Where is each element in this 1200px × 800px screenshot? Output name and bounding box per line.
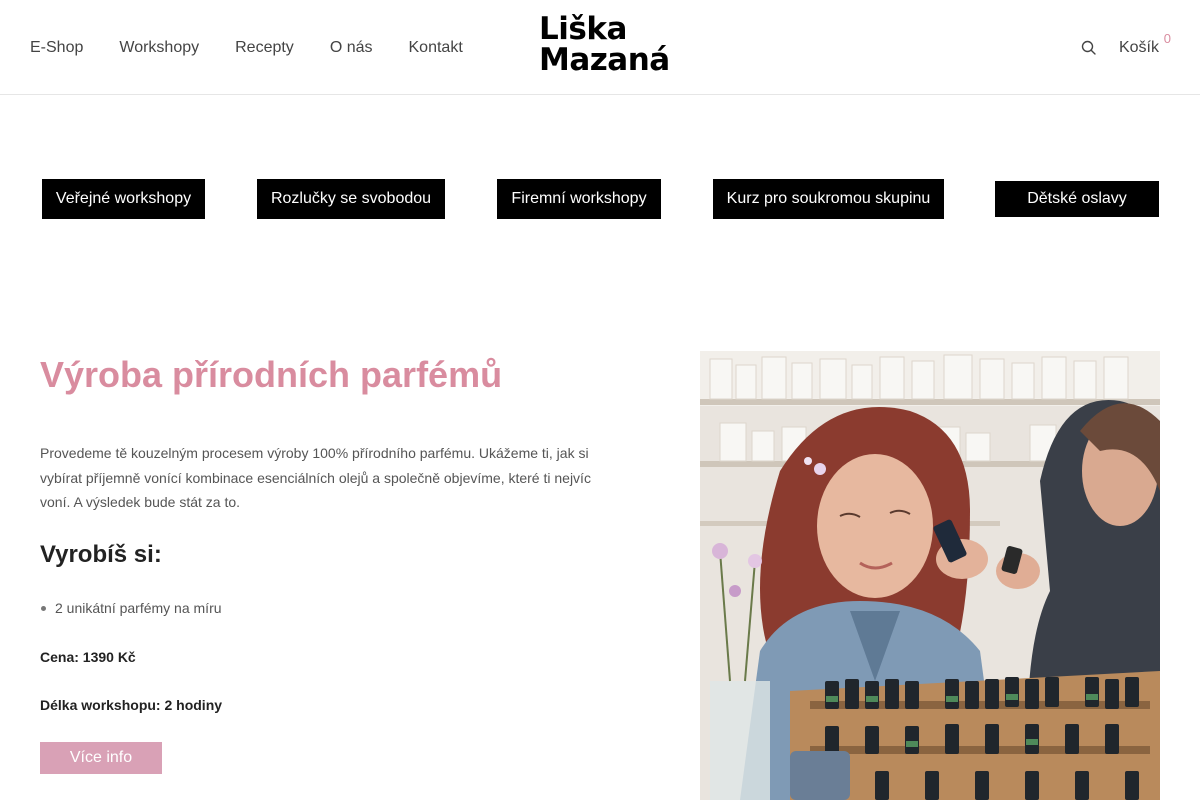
cart-label: Košík	[1118, 38, 1159, 56]
logo-line-1: Liška	[539, 11, 627, 47]
workshop-photo	[700, 351, 1160, 800]
nav-o-nas[interactable]: O nás	[330, 39, 373, 57]
workshop-title: Výroba přírodních parfémů	[40, 354, 503, 395]
header-actions: Košík 0	[1081, 0, 1171, 95]
logo-line-2: Mazaná	[539, 42, 670, 78]
search-icon[interactable]	[1081, 40, 1097, 56]
workshop-duration: Délka workshopu: 2 hodiny	[40, 697, 223, 713]
workshop-items: 2 unikátní parfémy na míru	[40, 597, 222, 619]
site-logo[interactable]: Liška Mazaná	[539, 11, 670, 78]
main-nav: E-Shop Workshopy Recepty O nás Kontakt	[30, 0, 463, 95]
nav-recepty[interactable]: Recepty	[235, 39, 294, 57]
cart-link[interactable]: Košík 0	[1118, 31, 1171, 57]
workshop-price: Cena: 1390 Kč	[40, 649, 136, 665]
more-info-button[interactable]: Více info	[40, 742, 162, 774]
category-detske-oslavy[interactable]: Dětské oslavy	[995, 181, 1159, 217]
list-item: 2 unikátní parfémy na míru	[40, 597, 222, 619]
category-rozlucky[interactable]: Rozlučky se svobodou	[257, 179, 445, 219]
category-soukroma-skupina[interactable]: Kurz pro soukromou skupinu	[713, 179, 944, 219]
cart-count-badge: 0	[1163, 30, 1171, 46]
nav-workshopy[interactable]: Workshopy	[119, 39, 199, 57]
workshop-description: Provedeme tě kouzelným procesem výroby 1…	[40, 445, 591, 510]
category-firemni-workshopy[interactable]: Firemní workshopy	[497, 179, 661, 219]
nav-kontakt[interactable]: Kontakt	[409, 39, 463, 57]
nav-eshop[interactable]: E-Shop	[30, 39, 83, 57]
category-verejne-workshopy[interactable]: Veřejné workshopy	[42, 179, 205, 219]
workshop-subheading: Vyrobíš si:	[40, 541, 162, 568]
site-header: E-Shop Workshopy Recepty O nás Kontakt L…	[0, 0, 1200, 95]
